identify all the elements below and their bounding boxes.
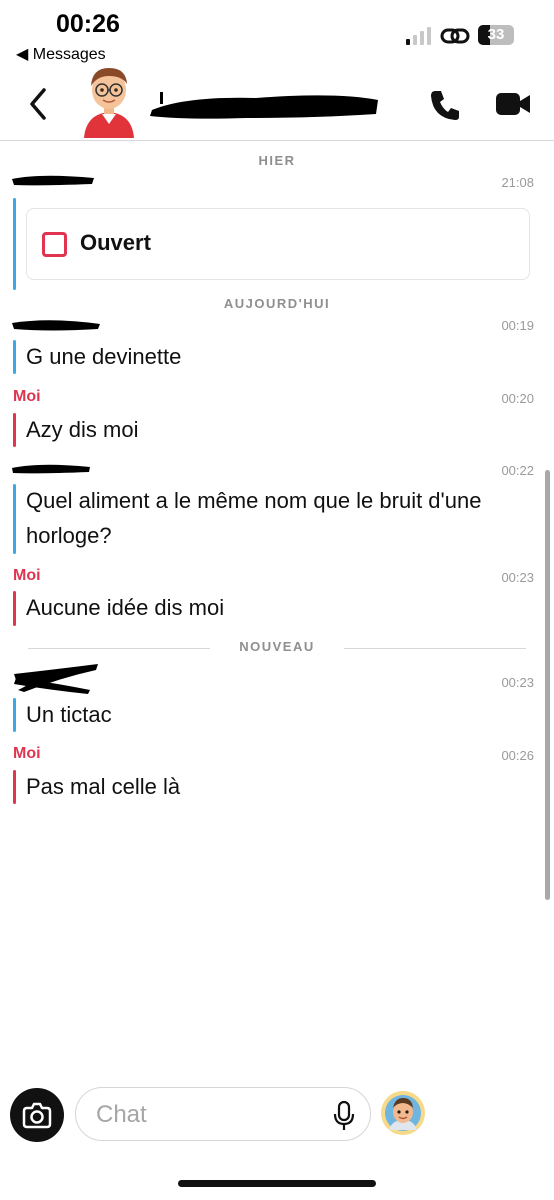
- message-time: 00:19: [501, 318, 534, 333]
- signal-icon: [406, 27, 431, 45]
- chat-header: [0, 68, 554, 141]
- friend-message-bar: [13, 198, 16, 290]
- message-time: 00:22: [501, 463, 534, 478]
- battery-level: 33: [487, 26, 505, 43]
- link-icon: [440, 28, 470, 44]
- sender-label: Moi: [13, 567, 41, 584]
- sender-label: Moi: [13, 388, 41, 405]
- day-separator: AUJOURD'HUI: [223, 296, 331, 311]
- message-text: Un tictac: [26, 702, 112, 727]
- message-text: Azy dis moi: [26, 417, 139, 442]
- message-time: 00:26: [501, 748, 534, 763]
- avatar[interactable]: [78, 62, 140, 138]
- sender-name-redacted: [12, 464, 90, 474]
- friend-message-bar: [13, 698, 16, 732]
- composer-bar: Chat: [0, 1076, 554, 1200]
- message-time: 00:20: [501, 391, 534, 406]
- status-bar: 00:26 ◀ Messages 33: [0, 0, 554, 70]
- my-message-bar: [13, 770, 16, 804]
- day-separator: HIER: [258, 153, 296, 168]
- scrollbar[interactable]: [545, 470, 550, 900]
- camera-button[interactable]: [10, 1088, 64, 1142]
- snap-opened-card[interactable]: Ouvert: [26, 208, 530, 280]
- message-time: 21:08: [501, 175, 534, 190]
- camera-icon: [22, 1102, 52, 1129]
- message-text: G une devinette: [26, 344, 182, 369]
- message-time: 00:23: [501, 570, 534, 585]
- back-to-messages-link[interactable]: ◀ Messages: [16, 44, 106, 64]
- my-message-bar: [13, 413, 16, 447]
- sender-name-redacted: [12, 320, 100, 331]
- home-indicator: [178, 1180, 376, 1187]
- video-camera-icon[interactable]: [496, 90, 532, 118]
- chat-input[interactable]: Chat: [75, 1087, 371, 1141]
- friend-message-bar: [13, 340, 16, 374]
- sender-label: Moi: [13, 745, 41, 762]
- contact-name-redacted: [150, 92, 378, 119]
- sender-name-redacted: [12, 175, 94, 186]
- new-messages-divider: NOUVEAU: [0, 639, 554, 659]
- snap-opened-icon: [42, 232, 67, 257]
- phone-icon[interactable]: [428, 88, 462, 122]
- microphone-icon[interactable]: [332, 1100, 356, 1132]
- my-message-bar: [13, 591, 16, 626]
- battery-indicator: 33: [478, 25, 514, 45]
- back-arrow-icon[interactable]: [24, 86, 54, 122]
- sender-name-redacted: [14, 664, 98, 694]
- chat-messages[interactable]: HIER 21:08 Ouvert AUJOURD'HUI 00:19 G un…: [0, 141, 554, 1076]
- status-time: 00:26: [56, 10, 120, 38]
- message-text: Pas mal celle là: [26, 774, 181, 799]
- message-text: Quel aliment a le même nom que le bruit …: [26, 488, 482, 548]
- message-time: 00:23: [501, 675, 534, 690]
- new-messages-label: NOUVEAU: [239, 639, 315, 654]
- chat-input-placeholder: Chat: [96, 1101, 147, 1128]
- snap-status: Ouvert: [80, 230, 151, 255]
- message-text: Aucune idée dis moi: [26, 595, 225, 620]
- bitmoji-icon[interactable]: [380, 1090, 426, 1136]
- friend-message-bar: [13, 484, 16, 554]
